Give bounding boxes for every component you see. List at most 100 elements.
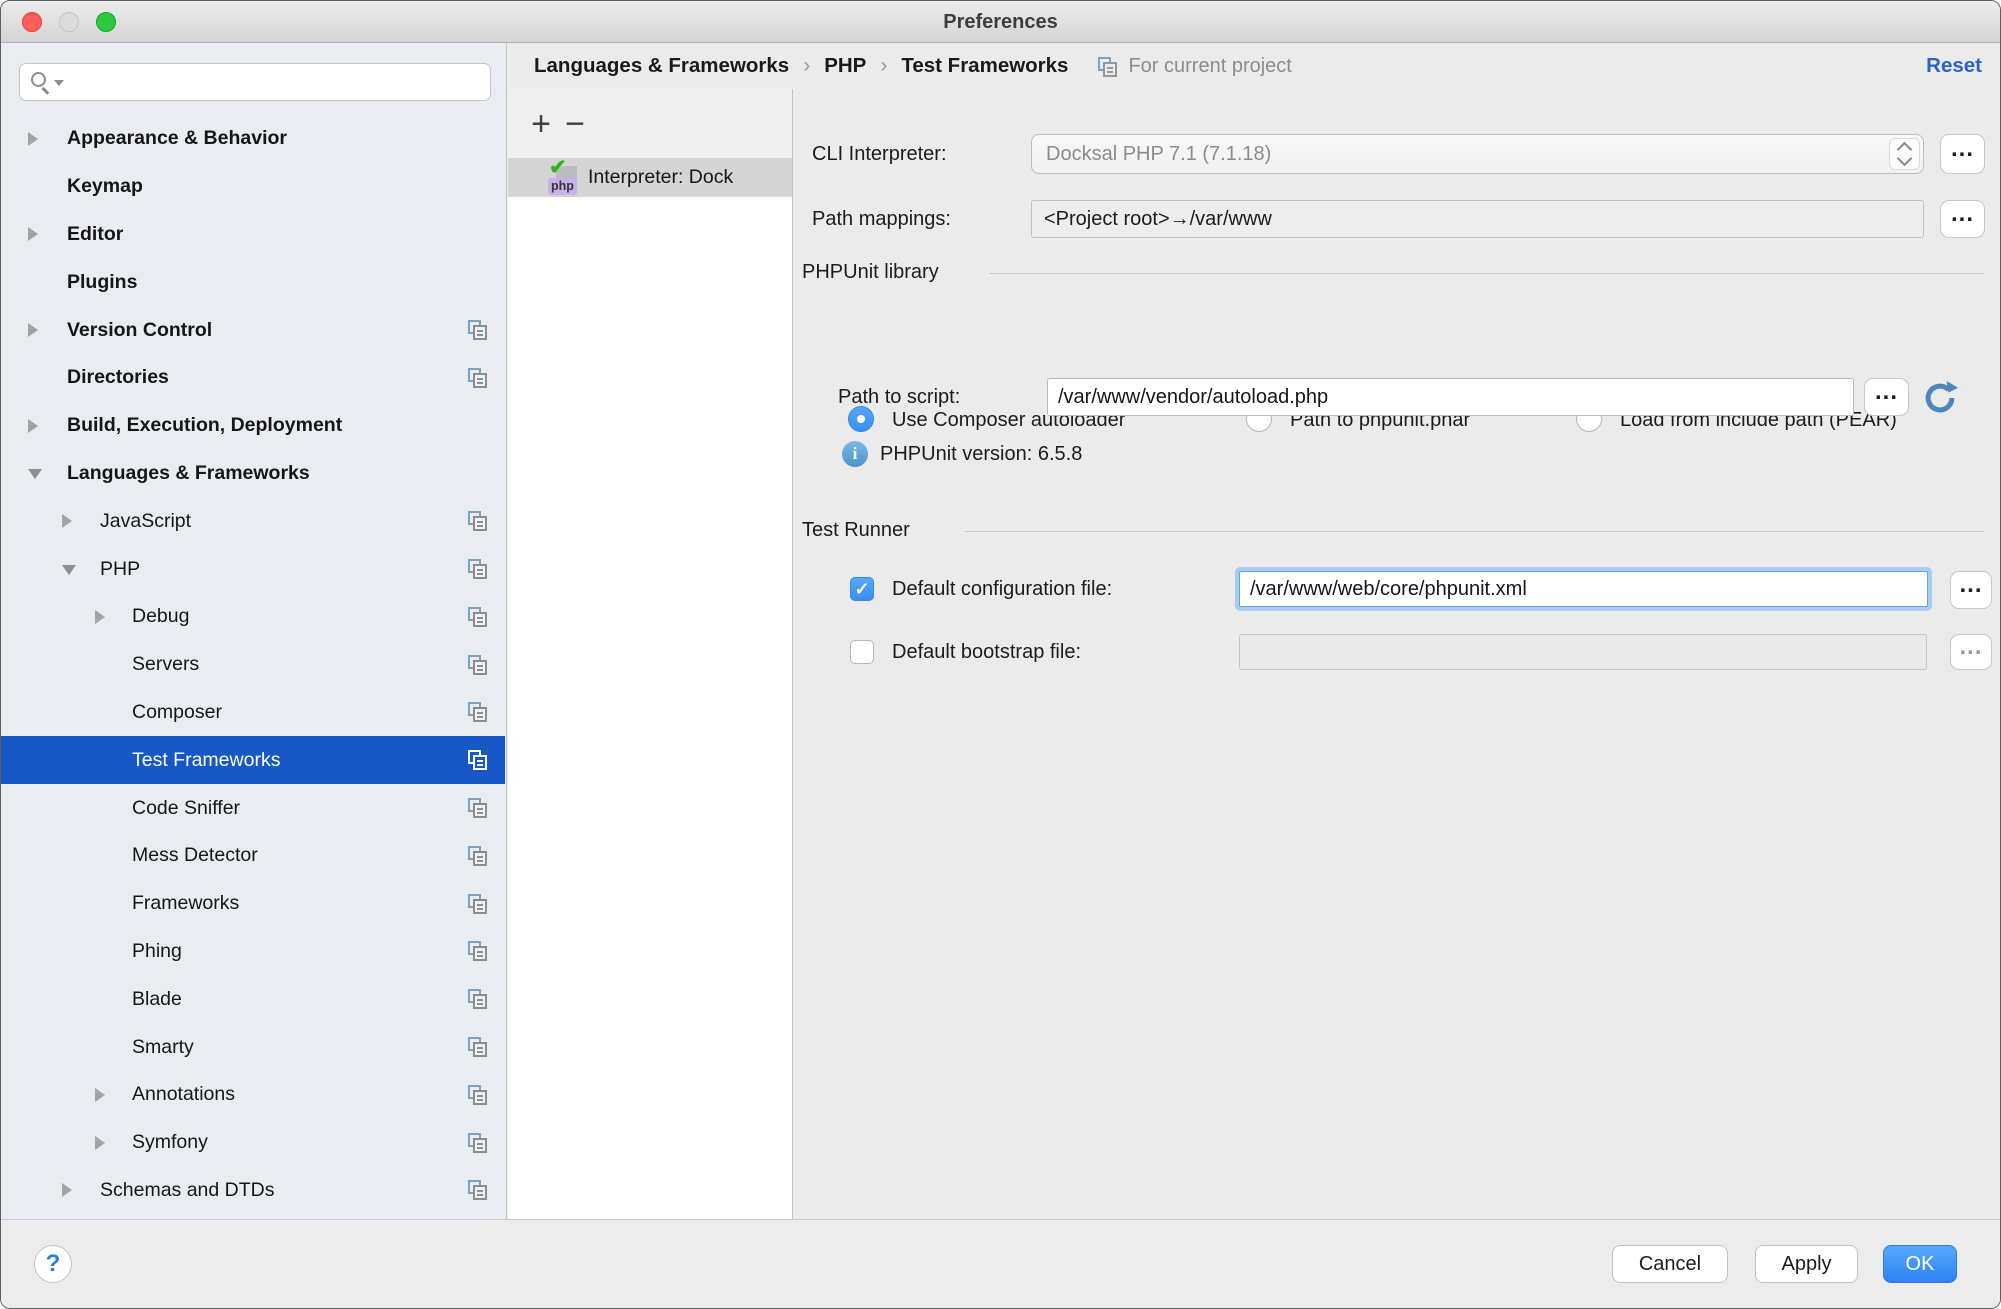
expand-arrow-icon[interactable]: [28, 323, 38, 337]
ok-button[interactable]: OK: [1883, 1245, 1957, 1283]
per-project-icon: [468, 749, 489, 770]
per-project-icon: [468, 1132, 489, 1153]
path-to-script-label: Path to script:: [838, 378, 960, 416]
per-project-icon: [468, 988, 489, 1009]
stepper-icon[interactable]: [1889, 138, 1920, 170]
search-icon: [31, 72, 46, 87]
default-bootstrap-checkbox[interactable]: [850, 640, 874, 664]
section-divider: [989, 273, 1984, 274]
search-options-caret-icon[interactable]: [54, 80, 64, 86]
sidebar-item-test-frameworks[interactable]: Test Frameworks: [1, 736, 505, 784]
expand-arrow-icon[interactable]: [95, 610, 105, 624]
cli-interpreter-select[interactable]: Docksal PHP 7.1 (7.1.18): [1031, 134, 1924, 174]
info-icon: i: [842, 441, 868, 467]
sidebar-item-keymap[interactable]: Keymap: [1, 163, 505, 211]
sidebar-item-appearance-behavior[interactable]: Appearance & Behavior: [1, 115, 505, 163]
collapse-arrow-icon[interactable]: [62, 565, 76, 575]
per-project-icon: [468, 797, 489, 818]
checkmark-icon: ✓: [854, 579, 869, 599]
per-project-icon: [468, 367, 489, 388]
settings-tree: Appearance & Behavior Keymap Editor Plug…: [1, 115, 505, 1214]
default-configuration-input-focus-ring: [1235, 567, 1932, 611]
expand-arrow-icon[interactable]: [28, 132, 38, 146]
path-mappings-browse-button[interactable]: ...: [1940, 200, 1985, 238]
sidebar-item-version-control[interactable]: Version Control: [1, 306, 505, 354]
per-project-icon: [468, 510, 489, 531]
collapse-arrow-icon[interactable]: [28, 469, 42, 479]
expand-arrow-icon[interactable]: [95, 1088, 105, 1102]
per-project-icon: [468, 845, 489, 866]
per-project-icon: [1098, 56, 1119, 77]
per-project-icon: [468, 1084, 489, 1105]
interpreters-list-panel: + − ✔ php Interpreter: Dock: [508, 89, 793, 1219]
reload-phpunit-version-icon[interactable]: [1920, 379, 1960, 417]
per-project-icon: [468, 1036, 489, 1057]
dialog-footer: ? Cancel Apply OK: [1, 1219, 2000, 1308]
search-box[interactable]: [19, 63, 491, 101]
expand-arrow-icon[interactable]: [62, 514, 72, 528]
reset-link[interactable]: Reset: [1926, 54, 1982, 78]
per-project-icon: [468, 319, 489, 340]
breadcrumb-languages-frameworks[interactable]: Languages & Frameworks: [534, 54, 789, 78]
interpreter-list-item[interactable]: ✔ php Interpreter: Dock: [508, 158, 792, 197]
per-project-icon: [468, 654, 489, 675]
scope-label: For current project: [1128, 55, 1291, 78]
cancel-button[interactable]: Cancel: [1612, 1245, 1728, 1283]
sidebar-item-php[interactable]: PHP: [1, 545, 505, 593]
interpreter-item-label: Interpreter: Dock: [588, 166, 733, 189]
cli-interpreter-browse-button[interactable]: ...: [1940, 134, 1985, 174]
default-bootstrap-input: [1239, 634, 1927, 670]
preferences-window: Preferences Appearance & Behavior Keymap…: [0, 0, 2001, 1309]
sidebar-item-languages-frameworks[interactable]: Languages & Frameworks: [1, 450, 505, 498]
search-input[interactable]: [70, 66, 482, 98]
sidebar-item-editor[interactable]: Editor: [1, 211, 505, 259]
sidebar-item-composer[interactable]: Composer: [1, 689, 505, 737]
default-bootstrap-label: Default bootstrap file:: [892, 634, 1081, 670]
expand-arrow-icon[interactable]: [28, 227, 38, 241]
sidebar-item-phing[interactable]: Phing: [1, 928, 505, 976]
path-mappings-label: Path mappings:: [812, 200, 951, 238]
help-button[interactable]: ?: [34, 1245, 72, 1283]
main-panel: Languages & Frameworks › PHP › Test Fram…: [508, 43, 2000, 1219]
cli-interpreter-label: CLI Interpreter:: [812, 134, 947, 174]
path-to-script-browse-button[interactable]: ...: [1864, 378, 1909, 416]
apply-button[interactable]: Apply: [1755, 1245, 1858, 1283]
sidebar-item-debug[interactable]: Debug: [1, 593, 505, 641]
phpunit-library-section-title: PHPUnit library: [802, 261, 939, 284]
add-interpreter-button[interactable]: +: [524, 107, 558, 141]
sidebar-item-mess-detector[interactable]: Mess Detector: [1, 832, 505, 880]
sidebar-item-schemas-and-dtds[interactable]: Schemas and DTDs: [1, 1167, 505, 1215]
breadcrumb-test-frameworks[interactable]: Test Frameworks: [901, 54, 1068, 78]
sidebar-item-annotations[interactable]: Annotations: [1, 1071, 505, 1119]
expand-arrow-icon[interactable]: [28, 419, 38, 433]
path-mappings-field[interactable]: <Project root>→/var/www: [1031, 200, 1924, 238]
sidebar-item-blade[interactable]: Blade: [1, 975, 505, 1023]
sidebar-item-smarty[interactable]: Smarty: [1, 1023, 505, 1071]
default-configuration-checkbox[interactable]: ✓: [850, 577, 874, 601]
default-bootstrap-browse-button[interactable]: ...: [1950, 634, 1992, 670]
sidebar-item-frameworks[interactable]: Frameworks: [1, 880, 505, 928]
sidebar-item-code-sniffer[interactable]: Code Sniffer: [1, 784, 505, 832]
sidebar-item-directories[interactable]: Directories: [1, 354, 505, 402]
cli-interpreter-value: Docksal PHP 7.1 (7.1.18): [1046, 143, 1271, 165]
expand-arrow-icon[interactable]: [95, 1136, 105, 1150]
breadcrumb-separator: ›: [803, 54, 810, 78]
breadcrumb-php[interactable]: PHP: [824, 54, 866, 78]
expand-arrow-icon[interactable]: [62, 1183, 72, 1197]
per-project-icon: [468, 606, 489, 627]
default-configuration-label: Default configuration file:: [892, 571, 1112, 607]
path-to-script-input[interactable]: [1047, 378, 1854, 416]
sidebar-item-javascript[interactable]: JavaScript: [1, 497, 505, 545]
window-title: Preferences: [1, 1, 2000, 43]
default-configuration-browse-button[interactable]: ...: [1950, 571, 1992, 609]
breadcrumb-separator: ›: [880, 54, 887, 78]
sidebar-item-plugins[interactable]: Plugins: [1, 258, 505, 306]
per-project-icon: [468, 558, 489, 579]
per-project-icon: [468, 1179, 489, 1200]
sidebar-item-build-execution-deployment[interactable]: Build, Execution, Deployment: [1, 402, 505, 450]
section-divider: [965, 531, 1984, 532]
default-configuration-input[interactable]: [1239, 571, 1928, 607]
remove-interpreter-button[interactable]: −: [558, 107, 592, 141]
sidebar-item-symfony[interactable]: Symfony: [1, 1119, 505, 1167]
sidebar-item-servers[interactable]: Servers: [1, 641, 505, 689]
